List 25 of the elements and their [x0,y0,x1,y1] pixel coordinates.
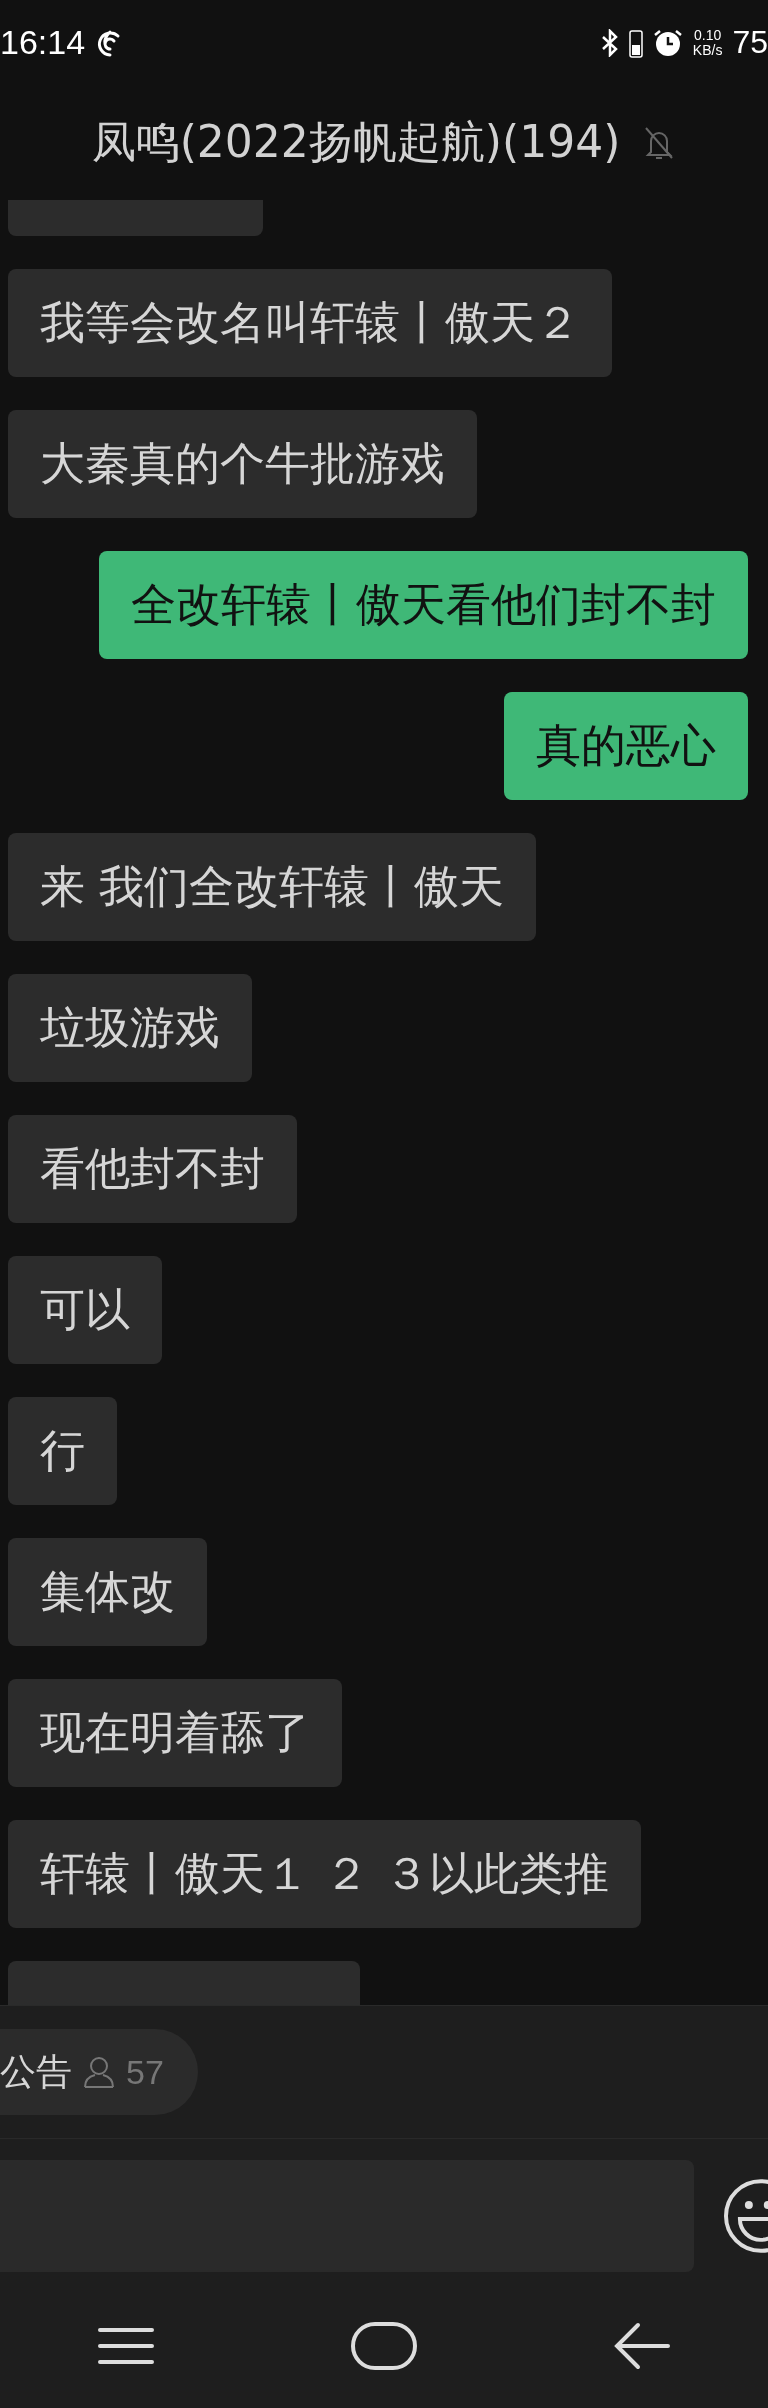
received-message: 来 我们全改轩辕丨傲天 [8,833,537,941]
back-icon[interactable] [613,2322,670,2370]
received-message: 大秦真的个牛批游戏 [8,410,477,518]
battery-icon [628,27,643,58]
received-message: 我等会改名叫轩辕丨傲天２ [8,269,612,377]
network-speed: 0.10 KB/s [692,27,723,58]
battery-percent: 75 [732,24,768,61]
person-icon [82,2055,116,2089]
menu-icon[interactable] [98,2326,155,2366]
home-icon[interactable] [351,2322,417,2370]
alarm-icon [652,27,683,58]
announcement-pill[interactable]: 公告 57 [0,2029,198,2115]
chat-title: 凤鸣(2022扬帆起航)(194) [91,115,621,169]
received-message: 垃圾游戏 [8,974,252,1082]
sent-message: 真的恶心 [504,692,748,800]
received-message: 现在明着舔了 [8,1679,342,1787]
bluetooth-icon [600,28,619,57]
sent-message: 全改轩辕丨傲天看他们封不封 [99,551,748,659]
received-message: 看他封不封 [8,1115,297,1223]
emoji-icon[interactable] [724,2178,768,2253]
received-message: 可以 [8,1256,162,1364]
received-message: 集体改 [8,1538,207,1646]
received-message: 轩辕丨傲天１ ２ ３以此类推 [8,1820,641,1928]
clock-time: 16:14 [0,23,86,62]
received-message: 行 [8,1397,117,1505]
